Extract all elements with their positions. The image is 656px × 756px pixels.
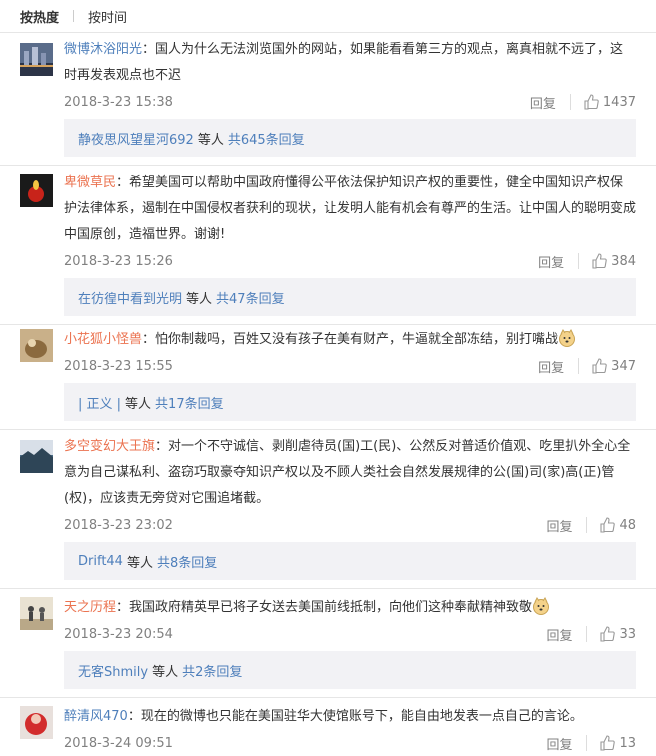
- sub-reply-text: 等人: [125, 396, 152, 412]
- comment-text: 卑微草民：希望美国可以帮助中国政府懂得公平依法保护知识产权的重要性，健全中国知识…: [64, 170, 636, 248]
- comment-text: 多空变幻大王旗：对一个不守诚信、剥削虐待员(国)工(民)、公然反对普适价值观、吃…: [64, 434, 636, 512]
- sub-reply-total[interactable]: 共47条回复: [216, 288, 285, 307]
- meta-divider: [586, 517, 588, 533]
- meta-divider: [586, 735, 588, 751]
- comment-body: ：我国政府精英早已将子女送去美国前线抵制，向他们这种奉献精神致敬: [116, 600, 533, 615]
- tab-sort-by-time[interactable]: 按时间: [88, 7, 127, 26]
- comment-time: 2018-3-23 20:54: [64, 626, 173, 642]
- sub-replies-box[interactable]: 在彷徨中看到光明 等人 共47条回复: [64, 278, 636, 316]
- sort-tabs: 按热度 按时间: [0, 0, 656, 32]
- sub-reply-total[interactable]: 共2条回复: [182, 661, 242, 680]
- like-count: 33: [619, 626, 636, 642]
- sub-reply-user[interactable]: Drift44: [78, 554, 123, 569]
- reply-button[interactable]: 回复: [538, 357, 564, 376]
- sub-reply-text: 等人: [126, 555, 153, 571]
- comment-time: 2018-3-23 15:38: [64, 94, 173, 110]
- sub-reply-total[interactable]: 共8条回复: [157, 552, 217, 571]
- reply-button[interactable]: 回复: [538, 252, 564, 271]
- sub-replies-box[interactable]: 静夜思风望星河692 等人 共645条回复: [64, 119, 636, 157]
- sub-reply-user[interactable]: 无客Shmily: [78, 661, 148, 680]
- thumbs-up-icon: [600, 517, 616, 533]
- comment-text: 天之历程：我国政府精英早已将子女送去美国前线抵制，向他们这种奉献精神致敬: [64, 595, 636, 621]
- like-button[interactable]: 48: [599, 517, 636, 533]
- sub-reply-text: 等人: [197, 132, 224, 148]
- comment-username[interactable]: 天之历程: [64, 600, 116, 615]
- sub-replies-box[interactable]: 无客Shmily 等人 共2条回复: [64, 651, 636, 689]
- like-button[interactable]: 13: [599, 735, 636, 751]
- meta-divider: [578, 358, 580, 374]
- avatar[interactable]: [20, 174, 53, 207]
- comment-text: 醉清风470：现在的微博也只能在美国驻华大使馆账号下，能自由地发表一点自己的言论…: [64, 704, 636, 730]
- thumbs-up-icon: [584, 94, 599, 110]
- sub-reply-user[interactable]: 静夜思风望星河692: [78, 129, 194, 148]
- thumbs-up-icon: [592, 253, 607, 269]
- meta-divider: [578, 253, 580, 269]
- comment-body: ：怕你制裁吗，百姓又没有孩子在美有财产，牛逼就全部冻结，别打嘴战: [142, 332, 559, 347]
- comment-time: 2018-3-24 09:51: [64, 735, 173, 751]
- comment-text: 小花狐小怪兽：怕你制裁吗，百姓又没有孩子在美有财产，牛逼就全部冻结，别打嘴战: [64, 327, 636, 353]
- comment-meta: 2018-3-24 09:51 回复 13: [64, 730, 636, 756]
- comment-username[interactable]: 小花狐小怪兽: [64, 332, 142, 347]
- avatar[interactable]: [20, 329, 53, 362]
- comment-username[interactable]: 多空变幻大王旗: [64, 439, 155, 454]
- sub-reply-total[interactable]: 共645条回复: [228, 129, 305, 148]
- comment-time: 2018-3-23 15:26: [64, 253, 173, 269]
- reply-button[interactable]: 回复: [546, 734, 572, 753]
- like-button[interactable]: 384: [591, 253, 636, 269]
- comment-meta: 2018-3-23 15:26 回复 384: [64, 248, 636, 274]
- sub-reply-user[interactable]: | 正义 |: [78, 393, 121, 412]
- avatar[interactable]: [20, 706, 53, 739]
- comment-item: 小花狐小怪兽：怕你制裁吗，百姓又没有孩子在美有财产，牛逼就全部冻结，别打嘴战 2…: [0, 325, 656, 421]
- comment-body: ：国人为什么无法浏览国外的网站，如果能看看第三方的观点，离真相就不远了，这时再发…: [64, 42, 624, 83]
- avatar[interactable]: [20, 597, 53, 630]
- comment-username[interactable]: 醉清风470: [64, 709, 128, 724]
- like-button[interactable]: 1437: [583, 94, 636, 110]
- sub-replies-box[interactable]: Drift44 等人 共8条回复: [64, 542, 636, 580]
- avatar[interactable]: [20, 440, 53, 473]
- sub-replies-box[interactable]: | 正义 | 等人 共17条回复: [64, 383, 636, 421]
- comment-meta: 2018-3-23 15:55 回复 347: [64, 353, 636, 379]
- comment-text: 微博沐浴阳光：国人为什么无法浏览国外的网站，如果能看看第三方的观点，离真相就不远…: [64, 37, 636, 89]
- comment-item: 天之历程：我国政府精英早已将子女送去美国前线抵制，向他们这种奉献精神致敬 201…: [0, 589, 656, 689]
- meta-divider: [569, 94, 571, 110]
- doge-emoji-icon: [532, 597, 550, 615]
- thumbs-up-icon: [600, 735, 616, 751]
- comment-time: 2018-3-23 23:02: [64, 517, 173, 533]
- comment-meta: 2018-3-23 20:54 回复 33: [64, 621, 636, 647]
- comment-meta: 2018-3-23 15:38 回复 1437: [64, 89, 636, 115]
- meta-divider: [586, 626, 588, 642]
- like-button[interactable]: 33: [599, 626, 636, 642]
- reply-button[interactable]: 回复: [530, 93, 556, 112]
- reply-button[interactable]: 回复: [546, 625, 572, 644]
- comment-username[interactable]: 卑微草民: [64, 175, 116, 190]
- sub-reply-user[interactable]: 在彷徨中看到光明: [78, 288, 182, 307]
- like-count: 13: [619, 735, 636, 751]
- comment-body: ：希望美国可以帮助中国政府懂得公平依法保护知识产权的重要性，健全中国知识产权保护…: [64, 175, 637, 242]
- thumbs-up-icon: [592, 358, 607, 374]
- comment-item: 卑微草民：希望美国可以帮助中国政府懂得公平依法保护知识产权的重要性，健全中国知识…: [0, 166, 656, 316]
- like-count: 347: [611, 358, 636, 374]
- like-count: 384: [611, 253, 636, 269]
- like-count: 1437: [602, 94, 636, 110]
- comment-meta: 2018-3-23 23:02 回复 48: [64, 512, 636, 538]
- comment-item: 醉清风470：现在的微博也只能在美国驻华大使馆账号下，能自由地发表一点自己的言论…: [0, 698, 656, 756]
- comment-item: 微博沐浴阳光：国人为什么无法浏览国外的网站，如果能看看第三方的观点，离真相就不远…: [0, 33, 656, 157]
- comment-username[interactable]: 微博沐浴阳光: [64, 42, 142, 57]
- tab-divider: [73, 10, 75, 22]
- tab-sort-by-hot[interactable]: 按热度: [20, 7, 59, 26]
- thumbs-up-icon: [600, 626, 616, 642]
- comment-body: ：现在的微博也只能在美国驻华大使馆账号下，能自由地发表一点自己的言论。: [127, 709, 583, 724]
- doge-emoji-icon: [558, 329, 576, 347]
- sub-reply-text: 等人: [186, 291, 213, 307]
- reply-button[interactable]: 回复: [546, 516, 572, 535]
- like-button[interactable]: 347: [591, 358, 636, 374]
- avatar[interactable]: [20, 43, 53, 76]
- comment-time: 2018-3-23 15:55: [64, 358, 173, 374]
- sub-reply-text: 等人: [152, 664, 179, 680]
- comment-item: 多空变幻大王旗：对一个不守诚信、剥削虐待员(国)工(民)、公然反对普适价值观、吃…: [0, 430, 656, 580]
- like-count: 48: [619, 517, 636, 533]
- sub-reply-total[interactable]: 共17条回复: [155, 393, 224, 412]
